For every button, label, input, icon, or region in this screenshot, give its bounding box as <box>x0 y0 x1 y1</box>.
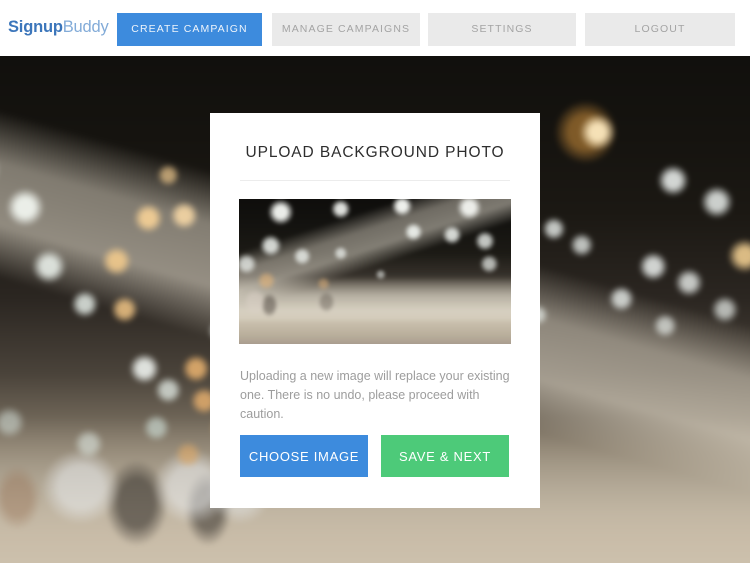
logo-bold-text: Signup <box>8 18 63 36</box>
nav-create-campaign-button[interactable]: CREATE CAMPAIGN <box>117 13 262 46</box>
save-and-next-button[interactable]: SAVE & NEXT <box>381 435 509 477</box>
nav-logout-button[interactable]: LOGOUT <box>585 13 735 46</box>
modal-warning-text: Uploading a new image will replace your … <box>240 369 510 421</box>
top-header: SignupBuddy CREATE CAMPAIGN MANAGE CAMPA… <box>0 0 750 56</box>
nav-manage-campaigns-button[interactable]: MANAGE CAMPAIGNS <box>272 13 420 46</box>
app-logo[interactable]: SignupBuddy <box>8 18 109 37</box>
nav-settings-button[interactable]: SETTINGS <box>428 13 576 46</box>
app-root: SignupBuddy CREATE CAMPAIGN MANAGE CAMPA… <box>0 0 750 563</box>
upload-background-photo-modal: UPLOAD BACKGROUND PHOTO Uploading a new … <box>210 113 540 508</box>
choose-image-button[interactable]: CHOOSE IMAGE <box>240 435 368 477</box>
background-preview-image <box>239 199 511 344</box>
logo-light-text: Buddy <box>62 18 109 36</box>
background-preview-thumbnail[interactable] <box>239 199 511 344</box>
modal-title-divider <box>240 180 510 181</box>
modal-title: UPLOAD BACKGROUND PHOTO <box>245 144 505 161</box>
modal-action-row: CHOOSE IMAGE SAVE & NEXT <box>240 435 509 477</box>
